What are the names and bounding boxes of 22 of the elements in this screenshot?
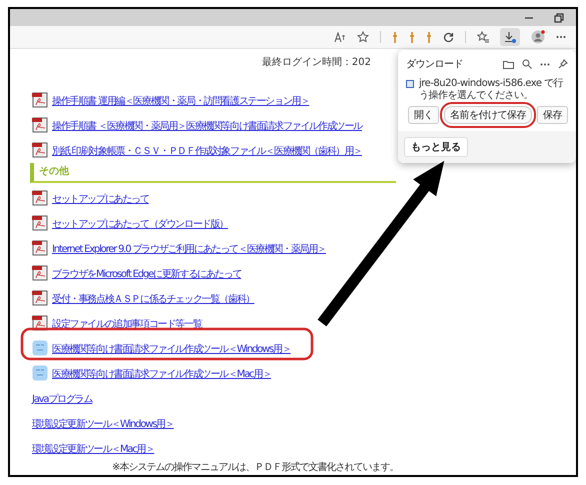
section-heading: その他 xyxy=(30,163,396,183)
document-link[interactable]: 操作手順書 ＜医療機関・薬局用＞医療機関等向け書面請求ファイル作成ツール xyxy=(52,119,362,133)
footer-note: ※本システムの操作マニュアルは、ＰＤＦ形式で文書化されています。 xyxy=(111,460,400,474)
last-login-text: 最終ログイン時間：202 xyxy=(262,56,371,70)
download-action-button[interactable]: 開く xyxy=(408,106,439,124)
document-link[interactable]: 別紙 印刷対象帳票・ＣＳＶ・ＰＤＦ作成対象ファイル＜医療機関（歯科）用＞ xyxy=(52,144,362,158)
document-link[interactable]: 設定ファイルの追加事項コード等一覧 xyxy=(52,317,202,331)
document-link[interactable]: ブラウザをMicrosoft Edgeに更新するにあたって xyxy=(52,267,242,281)
document-link[interactable]: Javaプログラム xyxy=(32,392,92,406)
document-link[interactable]: 医療機関等向け書面請求ファイル作成ツール＜Windows用＞ xyxy=(52,342,291,356)
document-link[interactable]: Internet Explorer 9.0 ブラウザご利用にあたって＜医療機関・薬局用＞ xyxy=(52,242,326,256)
document-link[interactable]: セットアップにあたって xyxy=(52,192,149,206)
document-link[interactable]: セットアップにあたって（ダウンロード版） xyxy=(52,217,228,231)
document-link[interactable]: 受付・事務点検ＡＳＰに係るチェック一覧（歯科） xyxy=(52,292,254,306)
document-link[interactable]: 環境設定更新ツール＜Windows用＞ xyxy=(32,417,174,431)
panel-title: ダウンロード xyxy=(406,58,463,71)
download-action-button[interactable]: 保存 xyxy=(537,106,568,124)
download-message: jre-8u20-windows-i586.exe で行う操作を選んでください。 xyxy=(419,78,564,102)
document-link[interactable]: 医療機関等向け書面請求ファイル作成ツール＜Mac用＞ xyxy=(52,367,272,381)
document-link[interactable]: 環境設定更新ツール＜Mac用＞ xyxy=(32,442,154,456)
document-link[interactable]: 操作手順書 運用編＜医療機関・薬局・訪問看護ステーション用＞ xyxy=(52,94,310,108)
see-more-button[interactable]: もっと見る xyxy=(404,137,468,157)
